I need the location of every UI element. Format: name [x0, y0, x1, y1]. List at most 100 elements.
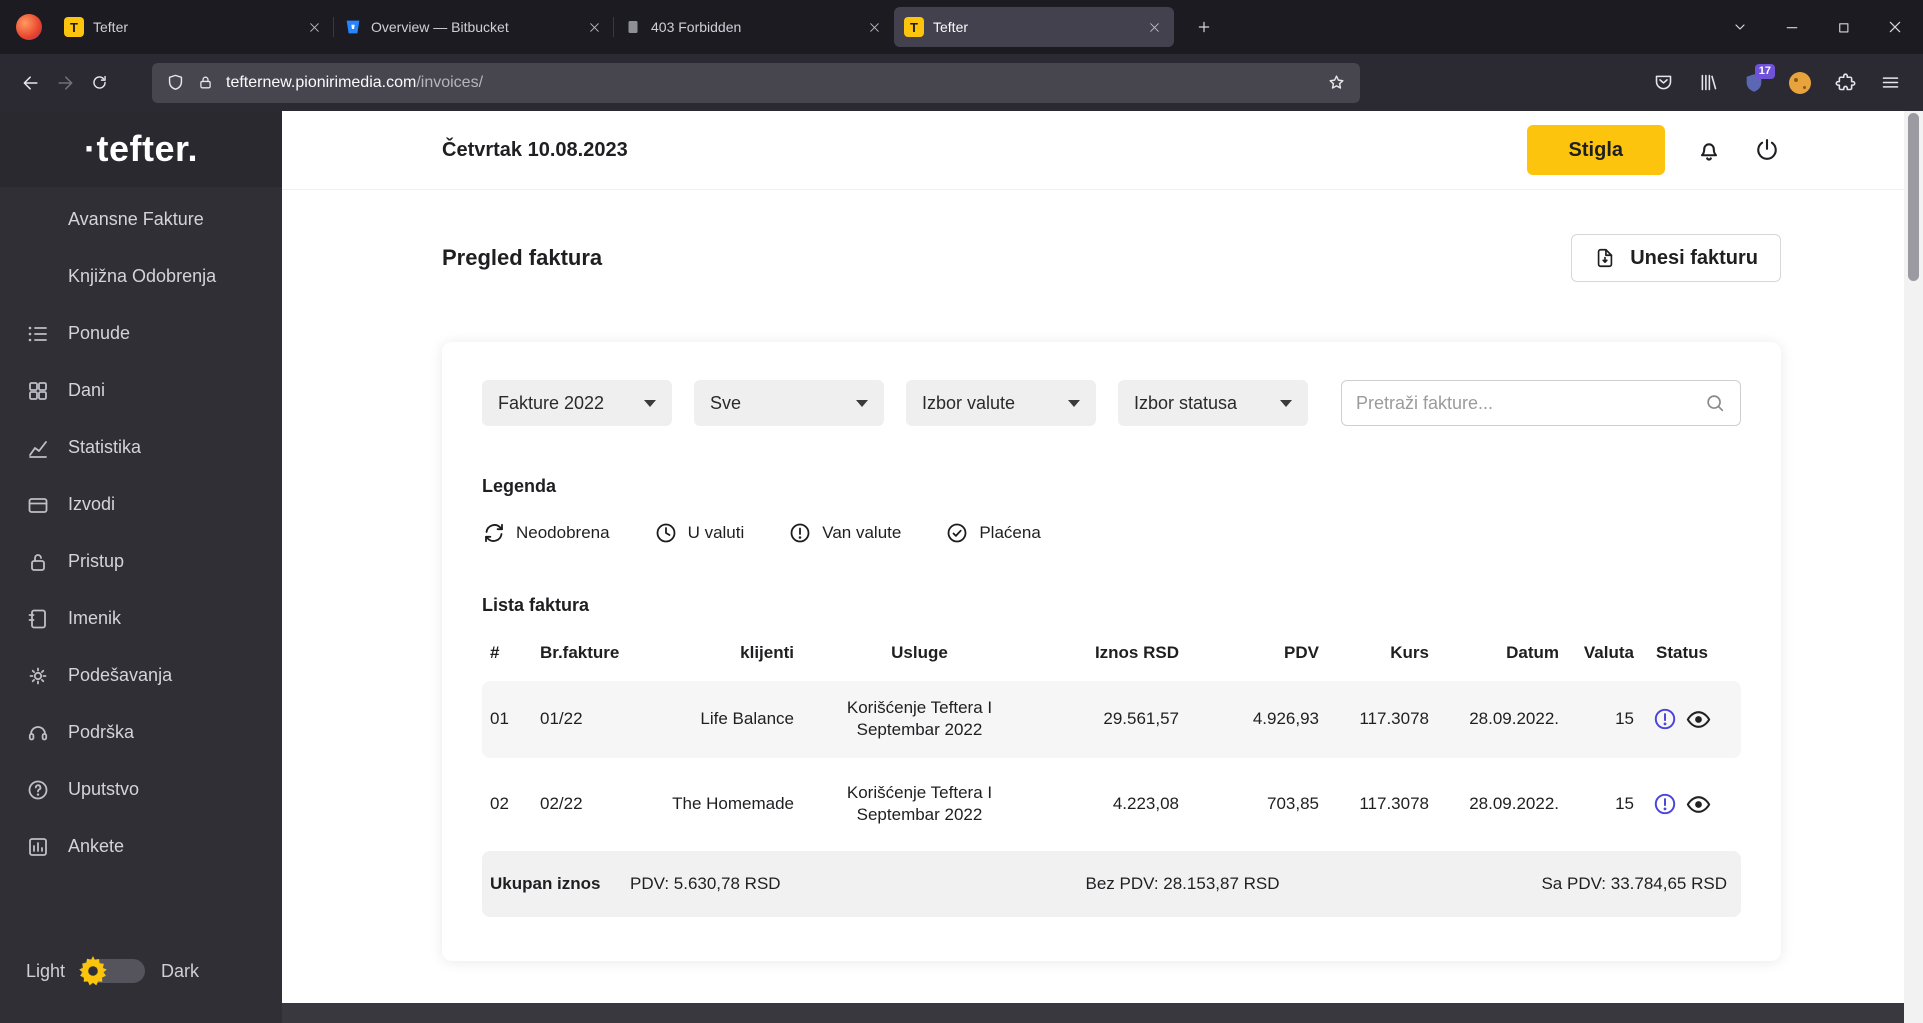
year-filter-select[interactable]: Fakture 2022 [482, 380, 672, 426]
poll-icon [26, 835, 50, 859]
cell-iznos: 29.561,57 [1103, 708, 1179, 728]
sidebar-item-izvodi[interactable]: Izvodi [0, 476, 282, 533]
maximize-icon[interactable] [1836, 20, 1851, 35]
back-icon[interactable] [14, 66, 48, 100]
list-all-tabs-icon[interactable] [1732, 19, 1748, 35]
tab-403-forbidden[interactable]: 403 Forbidden [613, 7, 894, 47]
url-bar[interactable]: tefternew.pionirimedia.com/invoices/ [152, 62, 1360, 103]
search-icon[interactable] [1704, 392, 1726, 414]
cookie-extension-icon[interactable] [1789, 71, 1811, 94]
sidebar-item-label: Uputstvo [68, 779, 140, 799]
reload-icon[interactable] [82, 66, 116, 100]
lock-icon[interactable] [197, 74, 214, 91]
theme-toggle-row: Light Dark [0, 956, 282, 1023]
col-status: Status [1656, 643, 1708, 662]
cell-pdv: 703,85 [1267, 793, 1319, 813]
sidebar-item-avansne-fakture[interactable]: Avansne Fakture [0, 191, 282, 248]
tab-close-icon[interactable] [585, 18, 604, 37]
view-invoice-eye-icon[interactable] [1685, 791, 1712, 818]
close-icon[interactable] [1887, 19, 1903, 35]
tab-close-icon[interactable] [1145, 18, 1164, 37]
tab-tefter-active[interactable]: T Tefter [894, 7, 1174, 47]
profile-avatar-icon[interactable] [16, 14, 42, 40]
scrollbar[interactable] [1904, 111, 1923, 1023]
tab-close-icon[interactable] [865, 18, 884, 37]
col-br-fakture: Br.fakture [540, 643, 620, 662]
tracking-shield-icon[interactable] [166, 73, 185, 92]
sidebar-item-podrska[interactable]: Podrška [0, 704, 282, 761]
sidebar-item-dani[interactable]: Dani [0, 362, 282, 419]
tab-close-icon[interactable] [305, 18, 324, 37]
sidebar-item-label: Dani [68, 380, 106, 400]
tab-title: Overview — Bitbucket [371, 19, 509, 35]
sidebar-item-imenik[interactable]: Imenik [0, 590, 282, 647]
cell-pdv: 4.926,93 [1252, 708, 1319, 728]
invoices-table: # Br.fakture klijenti Usluge Iznos RSD P… [482, 642, 1741, 917]
sidebar-item-uputstvo[interactable]: Uputstvo [0, 761, 282, 818]
sidebar-item-label: Podešavanja [68, 665, 173, 685]
type-filter-select[interactable]: Sve [694, 380, 884, 426]
cell-klijenti: The Homemade [672, 793, 794, 813]
extension-badge: 17 [1754, 63, 1775, 79]
col-valuta: Valuta [1583, 643, 1634, 662]
list-icon [26, 322, 50, 346]
minimize-icon[interactable] [1784, 19, 1800, 35]
legend-label: Plaćena [979, 523, 1041, 542]
cell-status [1642, 791, 1722, 818]
sidebar-item-ponude[interactable]: Ponude [0, 305, 282, 362]
invoice-list-title: Lista faktura [482, 595, 590, 615]
theme-toggle[interactable] [79, 956, 146, 986]
bookmark-star-icon[interactable] [1327, 73, 1346, 92]
status-filter-select[interactable]: Izbor statusa [1118, 380, 1308, 426]
new-tab-button[interactable] [1186, 13, 1222, 41]
cell-usluge: Korišćenje Teftera I Septembar 2022 [846, 697, 993, 740]
type-filter-value: Sve [710, 392, 742, 413]
totals-sa-pdv: Sa PDV: 33.784,65 RSD [1541, 873, 1727, 893]
sidebar-item-ankete[interactable]: Ankete [0, 818, 282, 875]
status-van-valute-icon [1652, 791, 1678, 817]
extensions-puzzle-icon[interactable] [1835, 72, 1856, 93]
logout-power-icon[interactable] [1753, 136, 1781, 164]
adblock-extension-icon[interactable]: 17 [1743, 63, 1775, 94]
invoices-page: Pregled faktura Unesi fakturu Fakture 20… [282, 190, 1923, 1023]
sidebar-item-label: Podrška [68, 722, 135, 742]
cell-datum: 28.09.2022. [1469, 793, 1559, 813]
sidebar-item-label: Izvodi [68, 494, 116, 514]
sidebar-item-pristup[interactable]: Pristup [0, 533, 282, 590]
add-invoice-button[interactable]: Unesi fakturu [1571, 234, 1781, 282]
scrollbar-thumb[interactable] [1908, 113, 1919, 281]
contacts-book-icon [26, 607, 50, 631]
page-title-row: Pregled faktura Unesi fakturu [442, 234, 1781, 282]
tab-bitbucket[interactable]: Overview — Bitbucket [333, 7, 614, 47]
col-iznos: Iznos RSD [1094, 643, 1179, 662]
cell-num: 02 [490, 793, 509, 813]
legend-label: Neodobrena [516, 523, 610, 542]
chevron-down-icon [1280, 399, 1292, 407]
sidebar-item-statistika[interactable]: Statistika [0, 419, 282, 476]
tab-tefter-1[interactable]: T Tefter [54, 7, 334, 47]
url-text[interactable]: tefternew.pionirimedia.com/invoices/ [226, 74, 1315, 92]
library-icon[interactable] [1698, 72, 1719, 93]
chevron-down-icon [856, 399, 868, 407]
view-invoice-eye-icon[interactable] [1685, 706, 1712, 733]
theme-gear-knob-icon [75, 953, 111, 989]
chevron-down-icon [1068, 399, 1080, 407]
notifications-bell-icon[interactable] [1695, 136, 1723, 164]
cell-status [1642, 706, 1722, 733]
sidebar-item-label: Statistika [68, 437, 142, 457]
table-row: 01 01/22 Life Balance Korišćenje Teftera… [482, 680, 1741, 758]
icon-spacer [26, 208, 50, 232]
currency-filter-select[interactable]: Izbor valute [906, 380, 1096, 426]
forward-icon[interactable] [48, 66, 82, 100]
search-input[interactable] [1356, 392, 1694, 414]
legend-row: Neodobrena U valuti Van valute Plaćena [482, 521, 1741, 545]
menu-hamburger-icon[interactable] [1880, 72, 1901, 93]
sidebar-item-podesavanja[interactable]: Podešavanja [0, 647, 282, 704]
sidebar-item-knjizna-odobrenja[interactable]: Knjižna Odobrenja [0, 248, 282, 305]
stigla-button[interactable]: Stigla [1526, 125, 1665, 175]
sidebar-item-label: Ankete [68, 836, 125, 856]
help-icon [26, 778, 50, 802]
pocket-icon[interactable] [1653, 72, 1674, 93]
url-path: /invoices/ [416, 73, 484, 91]
cell-br-fakture: 02/22 [540, 793, 583, 813]
